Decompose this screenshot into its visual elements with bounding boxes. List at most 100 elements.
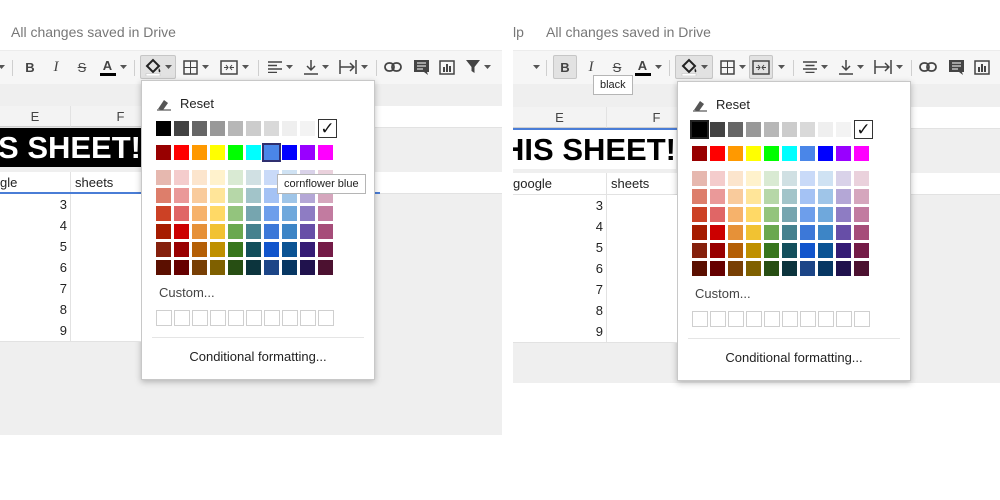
color-swatch[interactable] [800, 171, 815, 186]
insert-chart-button[interactable] [971, 55, 993, 79]
color-swatch[interactable] [692, 243, 707, 258]
color-swatch[interactable] [764, 146, 779, 161]
color-swatch[interactable] [764, 243, 779, 258]
custom-color-slot[interactable] [746, 311, 762, 327]
custom-color-slot[interactable] [264, 310, 280, 326]
color-swatch[interactable] [728, 189, 743, 204]
color-swatch[interactable] [692, 171, 707, 186]
color-swatch[interactable] [764, 225, 779, 240]
color-swatch[interactable] [228, 260, 243, 275]
color-swatch[interactable] [228, 224, 243, 239]
color-swatch[interactable] [800, 122, 815, 137]
color-swatch[interactable] [174, 224, 189, 239]
color-swatch[interactable] [210, 145, 225, 160]
insert-comment-button[interactable] [410, 55, 432, 79]
color-swatch[interactable] [782, 171, 797, 186]
color-swatch[interactable] [246, 121, 261, 136]
color-swatch[interactable] [818, 189, 833, 204]
color-swatch[interactable] [174, 145, 189, 160]
color-swatch[interactable] [282, 224, 297, 239]
color-swatch[interactable] [782, 261, 797, 276]
custom-color-slot[interactable] [764, 311, 780, 327]
color-swatch[interactable] [764, 122, 779, 137]
strikethrough-button[interactable]: S [72, 55, 92, 79]
color-swatch[interactable] [692, 207, 707, 222]
color-swatch[interactable] [246, 170, 261, 185]
custom-color-slot[interactable] [836, 311, 852, 327]
color-swatch[interactable] [782, 243, 797, 258]
color-swatch[interactable] [156, 206, 171, 221]
color-swatch[interactable] [818, 146, 833, 161]
merge-cells-button[interactable] [749, 55, 773, 79]
toolbar-overflow-dropdown[interactable] [529, 55, 543, 79]
color-swatch[interactable] [246, 206, 261, 221]
color-swatch[interactable] [800, 261, 815, 276]
filter-button[interactable] [462, 55, 494, 79]
color-swatch[interactable] [318, 242, 333, 257]
color-swatch[interactable] [800, 207, 815, 222]
color-swatch[interactable] [836, 261, 851, 276]
custom-color-slot[interactable] [800, 311, 816, 327]
color-swatch[interactable] [246, 188, 261, 203]
cell-value[interactable]: 3 [513, 195, 607, 216]
color-swatch[interactable] [692, 189, 707, 204]
color-swatch[interactable] [246, 145, 261, 160]
cell-value[interactable]: 5 [0, 236, 71, 257]
color-swatch[interactable] [264, 224, 279, 239]
cell-value[interactable]: 5 [513, 237, 607, 258]
color-swatch[interactable] [800, 146, 815, 161]
cell-value[interactable]: 4 [0, 215, 71, 236]
custom-color-slot[interactable] [818, 311, 834, 327]
color-swatch[interactable] [782, 146, 797, 161]
color-swatch[interactable] [156, 224, 171, 239]
color-swatch[interactable] [818, 122, 833, 137]
custom-color-slot[interactable] [692, 311, 708, 327]
color-swatch[interactable] [854, 146, 869, 161]
color-swatch[interactable] [746, 146, 761, 161]
cell-value[interactable]: 6 [513, 258, 607, 279]
color-swatch[interactable] [836, 189, 851, 204]
color-swatch[interactable] [264, 260, 279, 275]
color-swatch[interactable] [782, 189, 797, 204]
color-swatch[interactable] [282, 242, 297, 257]
color-swatch[interactable] [192, 188, 207, 203]
color-swatch[interactable] [692, 225, 707, 240]
color-swatch[interactable] [246, 224, 261, 239]
color-swatch[interactable] [156, 260, 171, 275]
text-color-button[interactable]: A [96, 55, 130, 79]
color-swatch[interactable] [174, 121, 189, 136]
color-swatch[interactable] [318, 145, 333, 160]
merge-cells-dropdown[interactable] [775, 55, 787, 79]
color-swatch[interactable] [710, 261, 725, 276]
color-swatch[interactable] [300, 206, 315, 221]
color-swatch[interactable] [192, 170, 207, 185]
custom-color-slot[interactable] [728, 311, 744, 327]
color-swatch[interactable] [728, 207, 743, 222]
custom-color-slot[interactable] [854, 311, 870, 327]
color-swatch[interactable] [264, 206, 279, 221]
column-header-e[interactable]: E [513, 107, 607, 128]
cell-value[interactable]: 8 [513, 300, 607, 321]
checkmark-icon[interactable]: ✓ [318, 119, 337, 138]
insert-link-button[interactable] [917, 55, 939, 79]
cell-e2[interactable]: google [513, 173, 607, 194]
color-swatch[interactable] [156, 242, 171, 257]
color-swatch[interactable] [228, 242, 243, 257]
color-swatch[interactable] [746, 261, 761, 276]
color-swatch[interactable] [300, 224, 315, 239]
conditional-formatting-link[interactable]: Conditional formatting... [142, 349, 374, 364]
color-swatch[interactable] [174, 188, 189, 203]
color-swatch[interactable] [174, 260, 189, 275]
color-swatch[interactable] [710, 122, 725, 137]
color-swatch[interactable] [156, 145, 171, 160]
color-swatch[interactable] [210, 260, 225, 275]
color-swatch[interactable] [836, 146, 851, 161]
text-wrapping-button[interactable] [871, 55, 905, 79]
color-swatch[interactable] [710, 146, 725, 161]
color-swatch[interactable] [728, 243, 743, 258]
cell-value[interactable]: 3 [0, 194, 71, 215]
cell-value[interactable]: 8 [0, 299, 71, 320]
bold-button[interactable]: B [20, 55, 40, 79]
color-swatch[interactable] [692, 261, 707, 276]
color-swatch[interactable] [300, 121, 315, 136]
